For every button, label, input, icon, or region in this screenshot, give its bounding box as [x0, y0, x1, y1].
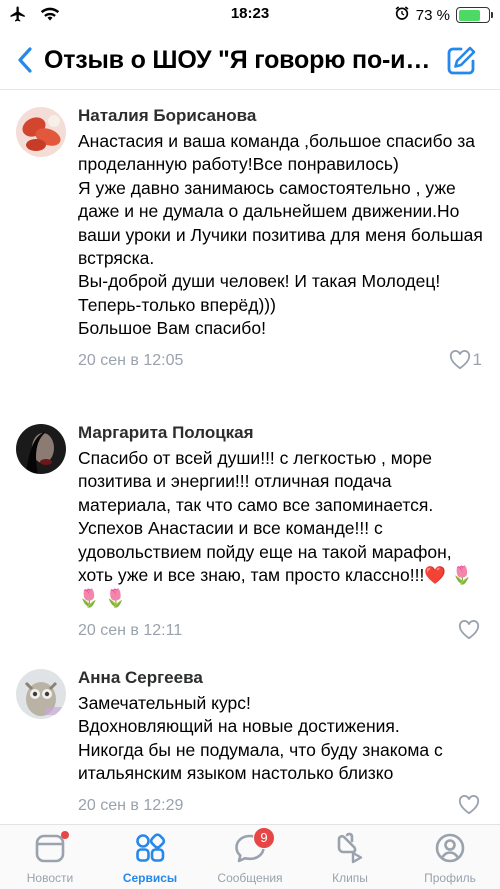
tab-services[interactable]: Сервисы	[100, 825, 200, 889]
like-count: 1	[472, 349, 482, 369]
comment-text: Замечательный курс! Вдохновляющий на нов…	[78, 693, 443, 784]
comment-date: 20 сен в 12:11	[78, 621, 183, 639]
battery-percent: 73 %	[415, 6, 450, 24]
header: Отзыв о ШОУ "Я говорю по-итальянски"	[0, 30, 500, 90]
like-button[interactable]	[458, 619, 482, 640]
tab-profile[interactable]: Профиль	[400, 825, 500, 889]
status-bar: 18:23 73 %	[0, 0, 500, 30]
battery-level	[458, 9, 480, 21]
tab-label: Профиль	[424, 871, 476, 885]
avatar[interactable]	[16, 424, 66, 474]
comment-text: Спасибо от всей души!!! с легкостью , мо…	[78, 448, 473, 609]
news-icon	[33, 831, 69, 865]
chevron-left-icon	[18, 47, 32, 73]
services-icon	[133, 831, 167, 865]
alarm-icon	[394, 5, 410, 25]
tab-label: Сервисы	[122, 871, 178, 885]
messages-icon: 9	[233, 827, 275, 865]
comment-author[interactable]: Наталия Борисанова	[78, 105, 486, 127]
comments-list: Наталия Борисанова Анастасия и ваша кома…	[0, 91, 500, 824]
tab-label: Сообщения	[217, 871, 283, 885]
comment-text: Анастасия и ваша команда ,большое спасиб…	[78, 131, 483, 339]
clips-icon	[333, 831, 367, 865]
compose-button[interactable]	[444, 44, 478, 78]
notification-dot	[61, 831, 69, 839]
back-button[interactable]	[10, 42, 40, 78]
like-button[interactable]	[458, 794, 482, 815]
tab-bar: Новости Сервисы 9 Сообщения Клипы Профил…	[0, 824, 500, 889]
tab-label: Клипы	[332, 871, 368, 885]
unread-badge: 9	[253, 827, 275, 849]
battery-icon	[456, 7, 493, 23]
heart-icon	[458, 619, 480, 640]
like-button[interactable]: 1	[449, 350, 482, 370]
tab-news[interactable]: Новости	[0, 825, 100, 889]
profile-icon	[433, 831, 467, 865]
page-title: Отзыв о ШОУ "Я говорю по-итальянски"	[44, 46, 434, 74]
comment-date: 20 сен в 12:05	[78, 351, 184, 369]
heart-icon	[449, 349, 470, 369]
avatar[interactable]	[16, 669, 66, 719]
comment-author[interactable]: Анна Сергеева	[78, 667, 486, 689]
tab-label: Новости	[26, 871, 74, 885]
edit-icon	[447, 46, 476, 75]
heart-icon	[458, 794, 480, 814]
comment-author[interactable]: Маргарита Полоцкая	[78, 422, 486, 444]
tab-messages[interactable]: 9 Сообщения	[200, 825, 300, 889]
comment-date: 20 сен в 12:29	[78, 796, 184, 814]
avatar[interactable]	[16, 107, 66, 157]
tab-clips[interactable]: Клипы	[300, 825, 400, 889]
